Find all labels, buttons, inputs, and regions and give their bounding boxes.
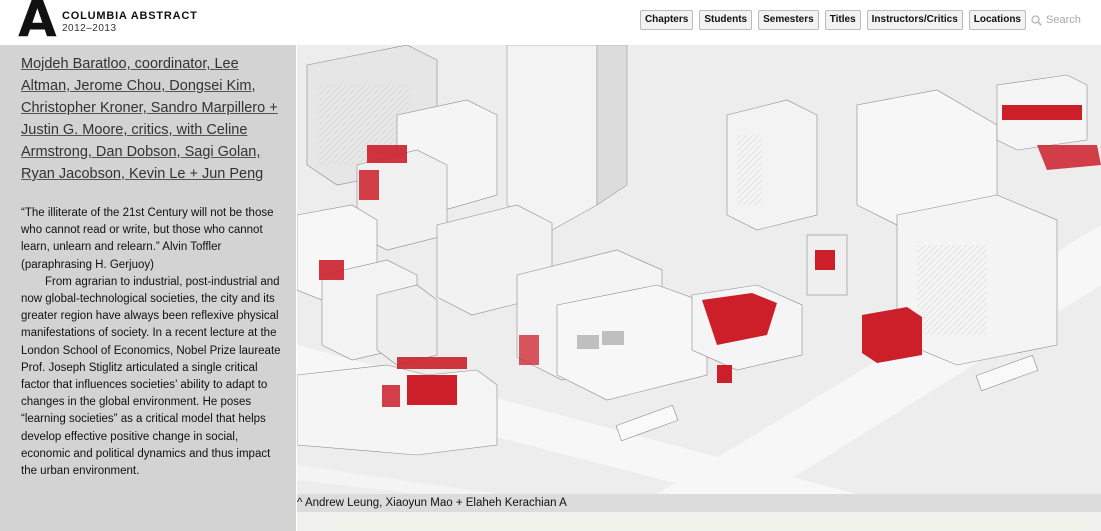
sidebar: Mojdeh Baratloo, coordinator, Lee Altman… — [0, 45, 296, 531]
nav-locations-button[interactable]: Locations — [968, 10, 1026, 30]
epigraph-quote: “The illiterate of the 21st Century will… — [21, 207, 274, 271]
next-image-preview — [297, 512, 1101, 531]
article-text: “The illiterate of the 21st Century will… — [21, 205, 282, 480]
nav-semesters-button[interactable]: Semesters — [758, 10, 819, 30]
site-years: 2012–2013 — [62, 23, 117, 34]
search-box[interactable]: Search — [1031, 10, 1093, 30]
critics-text[interactable]: Mojdeh Baratloo, coordinator, Lee Altman… — [21, 56, 278, 182]
project-image[interactable] — [297, 45, 1101, 494]
nav-instructors-critics-button[interactable]: Instructors/Critics — [866, 10, 963, 30]
image-caption: ^ Andrew Leung, Xiaoyun Mao + Elaheh Ker… — [297, 494, 1101, 512]
site-header: A COLUMBIA ABSTRACT 2012–2013 Chapters S… — [0, 0, 1101, 45]
nav-students-button[interactable]: Students — [699, 10, 753, 30]
nav-titles-button[interactable]: Titles — [824, 10, 861, 30]
site-title[interactable]: COLUMBIA ABSTRACT — [62, 10, 198, 22]
site-logo[interactable]: A — [18, 0, 57, 44]
critics-link[interactable]: Mojdeh Baratloo, coordinator, Lee Altman… — [21, 53, 282, 185]
article-body: From agrarian to industrial, post-indust… — [21, 275, 281, 478]
axonometric-city-drawing — [297, 45, 1101, 494]
search-input[interactable]: Search — [1046, 14, 1081, 26]
main-nav: Chapters Students Semesters Titles Instr… — [639, 10, 1026, 30]
search-icon — [1031, 14, 1042, 26]
next-image-strip — [325, 518, 1085, 531]
nav-chapters-button[interactable]: Chapters — [639, 10, 694, 30]
